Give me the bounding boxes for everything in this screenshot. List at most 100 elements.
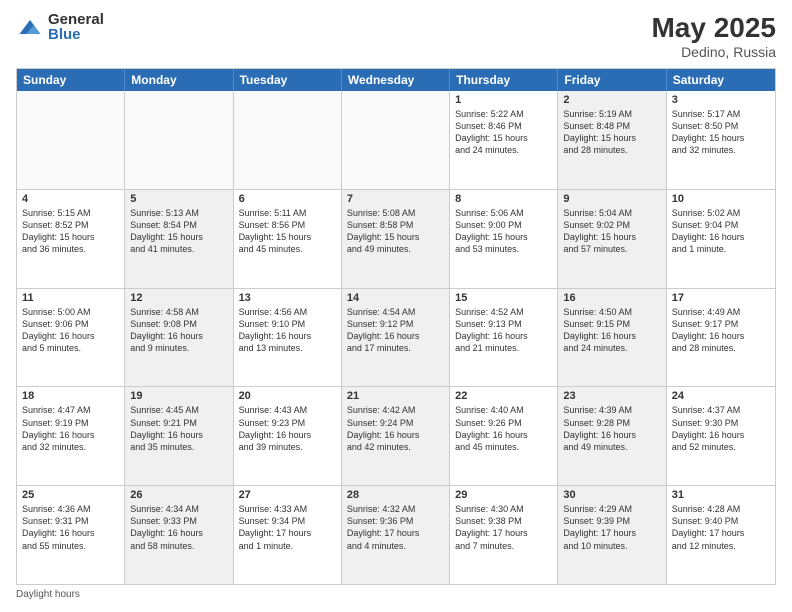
cell-info: Sunrise: 5:15 AM Sunset: 8:52 PM Dayligh… [22,207,119,256]
cell-info: Sunrise: 5:06 AM Sunset: 9:00 PM Dayligh… [455,207,552,256]
cal-header-saturday: Saturday [667,69,775,91]
cal-cell [234,91,342,189]
cell-info: Sunrise: 4:39 AM Sunset: 9:28 PM Dayligh… [563,404,660,453]
cal-cell: 7Sunrise: 5:08 AM Sunset: 8:58 PM Daylig… [342,190,450,288]
day-number: 12 [130,292,227,304]
day-number: 15 [455,292,552,304]
day-number: 27 [239,489,336,501]
logo-text: General Blue [48,12,104,42]
day-number: 10 [672,193,770,205]
day-number: 6 [239,193,336,205]
cal-cell: 21Sunrise: 4:42 AM Sunset: 9:24 PM Dayli… [342,387,450,485]
cal-header-monday: Monday [125,69,233,91]
day-number: 13 [239,292,336,304]
cell-info: Sunrise: 4:30 AM Sunset: 9:38 PM Dayligh… [455,503,552,552]
cal-cell: 23 Sunrise: 4:39 AM Sunset: 9:28 PM Dayli… [558,387,666,485]
day-number: 22 [455,390,552,402]
day-number: 24 [672,390,770,402]
cal-cell: 26 Sunrise: 4:34 AM Sunset: 9:33 PM Dayli… [125,486,233,584]
cell-info: Sunrise: 5:22 AM Sunset: 8:46 PM Dayligh… [455,108,552,157]
cal-cell: 29 Sunrise: 4:30 AM Sunset: 9:38 PM Dayli… [450,486,558,584]
cell-info: Sunrise: 4:47 AM Sunset: 9:19 PM Dayligh… [22,404,119,453]
logo-blue-text: Blue [48,27,104,42]
day-number: 18 [22,390,119,402]
cal-header-tuesday: Tuesday [234,69,342,91]
cal-cell: 22 Sunrise: 4:40 AM Sunset: 9:26 PM Dayli… [450,387,558,485]
day-number: 31 [672,489,770,501]
cal-week-5: 25Sunrise: 4:36 AM Sunset: 9:31 PM Dayli… [17,485,775,584]
cell-info: Sunrise: 5:11 AM Sunset: 8:56 PM Dayligh… [239,207,336,256]
cell-info: Sunrise: 4:56 AM Sunset: 9:10 PM Dayligh… [239,306,336,355]
cell-info: Sunrise: 5:17 AM Sunset: 8:50 PM Dayligh… [672,108,770,157]
cell-info: Sunrise: 5:00 AM Sunset: 9:06 PM Dayligh… [22,306,119,355]
calendar-header-row: SundayMondayTuesdayWednesdayThursdayFrid… [17,69,775,91]
cell-info: Sunrise: 5:08 AM Sunset: 8:58 PM Dayligh… [347,207,444,256]
day-number: 19 [130,390,227,402]
cal-cell: 20 Sunrise: 4:43 AM Sunset: 9:23 PM Dayli… [234,387,342,485]
day-number: 28 [347,489,444,501]
cal-cell: 28 Sunrise: 4:32 AM Sunset: 9:36 PM Dayli… [342,486,450,584]
cell-info: Sunrise: 5:04 AM Sunset: 9:02 PM Dayligh… [563,207,660,256]
cal-cell: 31 Sunrise: 4:28 AM Sunset: 9:40 PM Dayli… [667,486,775,584]
cal-header-wednesday: Wednesday [342,69,450,91]
cell-info: Sunrise: 4:45 AM Sunset: 9:21 PM Dayligh… [130,404,227,453]
cell-info: Sunrise: 4:28 AM Sunset: 9:40 PM Dayligh… [672,503,770,552]
cal-cell: 18 Sunrise: 4:47 AM Sunset: 9:19 PM Dayli… [17,387,125,485]
cal-cell: 6 Sunrise: 5:11 AM Sunset: 8:56 PM Daylig… [234,190,342,288]
day-number: 5 [130,193,227,205]
cal-header-sunday: Sunday [17,69,125,91]
cal-cell: 10 Sunrise: 5:02 AM Sunset: 9:04 PM Dayli… [667,190,775,288]
page: General Blue May 2025 Dedino, Russia Sun… [0,0,792,612]
cell-info: Sunrise: 4:33 AM Sunset: 9:34 PM Dayligh… [239,503,336,552]
cal-header-friday: Friday [558,69,666,91]
day-number: 29 [455,489,552,501]
cell-info: Sunrise: 4:40 AM Sunset: 9:26 PM Dayligh… [455,404,552,453]
cal-cell: 3Sunrise: 5:17 AM Sunset: 8:50 PM Daylig… [667,91,775,189]
cell-info: Sunrise: 4:29 AM Sunset: 9:39 PM Dayligh… [563,503,660,552]
day-number: 21 [347,390,444,402]
cal-cell: 5 Sunrise: 5:13 AM Sunset: 8:54 PM Daylig… [125,190,233,288]
cell-info: Sunrise: 5:02 AM Sunset: 9:04 PM Dayligh… [672,207,770,256]
cal-cell: 24 Sunrise: 4:37 AM Sunset: 9:30 PM Dayli… [667,387,775,485]
calendar-body: 1 Sunrise: 5:22 AM Sunset: 8:46 PM Daylig… [17,91,775,584]
day-number: 8 [455,193,552,205]
day-number: 26 [130,489,227,501]
cal-cell: 27 Sunrise: 4:33 AM Sunset: 9:34 PM Dayli… [234,486,342,584]
cal-cell: 12 Sunrise: 4:58 AM Sunset: 9:08 PM Dayli… [125,289,233,387]
day-number: 30 [563,489,660,501]
cal-cell: 11 Sunrise: 5:00 AM Sunset: 9:06 PM Dayli… [17,289,125,387]
cal-week-4: 18 Sunrise: 4:47 AM Sunset: 9:19 PM Dayli… [17,386,775,485]
day-number: 16 [563,292,660,304]
cal-cell: 1 Sunrise: 5:22 AM Sunset: 8:46 PM Daylig… [450,91,558,189]
cal-cell: 25Sunrise: 4:36 AM Sunset: 9:31 PM Dayli… [17,486,125,584]
cal-cell: 17 Sunrise: 4:49 AM Sunset: 9:17 PM Dayli… [667,289,775,387]
day-number: 11 [22,292,119,304]
cal-cell: 19 Sunrise: 4:45 AM Sunset: 9:21 PM Dayli… [125,387,233,485]
day-number: 4 [22,193,119,205]
day-number: 2 [563,94,660,106]
day-number: 23 [563,390,660,402]
cell-info: Sunrise: 4:49 AM Sunset: 9:17 PM Dayligh… [672,306,770,355]
cell-info: Sunrise: 4:58 AM Sunset: 9:08 PM Dayligh… [130,306,227,355]
title-block: May 2025 Dedino, Russia [651,12,776,60]
logo-icon [16,13,44,41]
cal-cell: 8 Sunrise: 5:06 AM Sunset: 9:00 PM Daylig… [450,190,558,288]
cal-cell [17,91,125,189]
cell-info: Sunrise: 4:32 AM Sunset: 9:36 PM Dayligh… [347,503,444,552]
day-number: 17 [672,292,770,304]
cal-week-1: 1 Sunrise: 5:22 AM Sunset: 8:46 PM Daylig… [17,91,775,189]
cell-info: Sunrise: 4:54 AM Sunset: 9:12 PM Dayligh… [347,306,444,355]
cal-week-2: 4 Sunrise: 5:15 AM Sunset: 8:52 PM Daylig… [17,189,775,288]
day-number: 1 [455,94,552,106]
title-location: Dedino, Russia [651,44,776,60]
cell-info: Sunrise: 4:43 AM Sunset: 9:23 PM Dayligh… [239,404,336,453]
cell-info: Sunrise: 4:37 AM Sunset: 9:30 PM Dayligh… [672,404,770,453]
day-number: 14 [347,292,444,304]
cell-info: Sunrise: 4:34 AM Sunset: 9:33 PM Dayligh… [130,503,227,552]
logo: General Blue [16,12,104,42]
cell-info: Sunrise: 5:13 AM Sunset: 8:54 PM Dayligh… [130,207,227,256]
footer-note: Daylight hours [16,589,776,600]
cell-info: Sunrise: 4:52 AM Sunset: 9:13 PM Dayligh… [455,306,552,355]
day-number: 20 [239,390,336,402]
cal-cell: 13 Sunrise: 4:56 AM Sunset: 9:10 PM Dayli… [234,289,342,387]
